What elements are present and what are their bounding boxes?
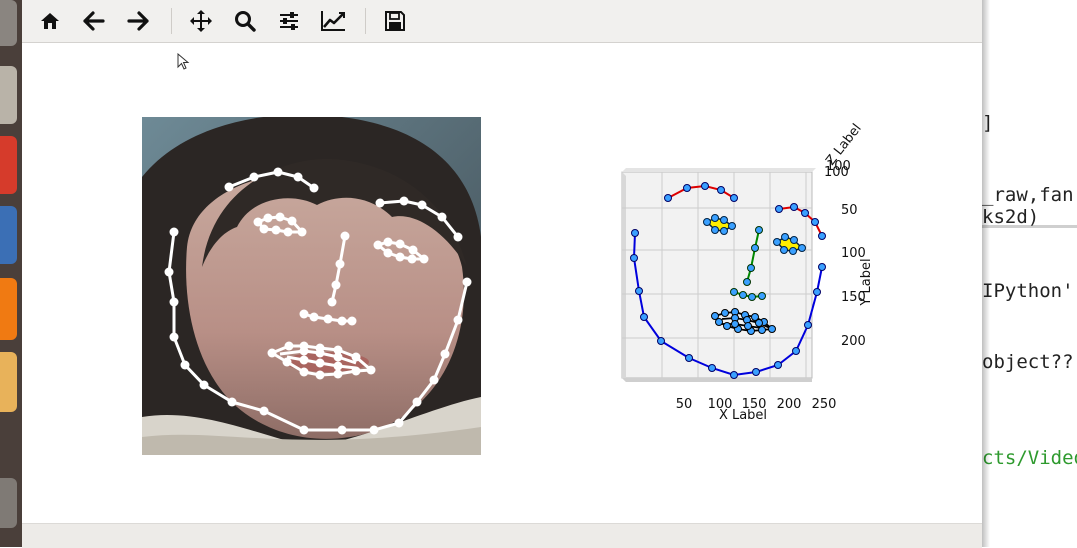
face-photo	[142, 117, 481, 455]
zoom-button[interactable]	[229, 6, 261, 36]
terminal-line: ks2d)	[982, 206, 1040, 228]
axes-pane	[621, 171, 813, 379]
save-button[interactable]	[379, 6, 411, 36]
line-chart-icon	[321, 11, 345, 31]
move-arrows-icon	[190, 10, 212, 32]
home-button[interactable]	[34, 6, 66, 36]
back-button[interactable]	[78, 6, 110, 36]
launcher-trash-icon[interactable]	[0, 478, 17, 528]
y-tick-label: 50	[841, 203, 858, 218]
launcher-software-icon[interactable]	[0, 206, 17, 264]
toolbar-separator	[365, 8, 366, 34]
toolbar-separator	[171, 8, 172, 34]
axes-pane-bottom	[622, 378, 812, 382]
terminal-line: cts/Video	[982, 447, 1077, 469]
terminal-line: _raw,fan	[982, 184, 1074, 206]
landmarks-3d-plot[interactable]: 50 100 150 200 250 X Label 50 100 150 20…	[612, 110, 902, 430]
y-tick-label: 200	[841, 334, 866, 349]
arrow-left-icon	[83, 11, 105, 31]
launcher-firefox-icon[interactable]	[0, 278, 17, 340]
launcher-settings-icon[interactable]	[0, 66, 17, 124]
terminal-line: object??	[982, 351, 1074, 373]
forward-button[interactable]	[122, 6, 154, 36]
launcher-files-icon[interactable]	[0, 0, 17, 46]
mouse-pointer-icon	[177, 53, 190, 70]
home-icon	[41, 13, 59, 29]
x-tick-label: 200	[777, 397, 802, 412]
y-axis-label: Y Label	[859, 258, 874, 306]
arrow-right-icon	[127, 11, 149, 31]
terminal-window: ] _raw,fan ks2d) IPython' object?? cts/V…	[982, 0, 1077, 547]
magnifier-icon	[235, 11, 256, 32]
sliders-icon	[280, 12, 298, 30]
window-shadow	[982, 0, 990, 547]
pan-button[interactable]	[185, 6, 217, 36]
axes-pane-side	[622, 172, 626, 382]
configure-subplots-button[interactable]	[273, 6, 305, 36]
x-axis-label: X Label	[719, 408, 767, 423]
launcher-office-icon[interactable]	[0, 136, 17, 194]
launcher-terminal-icon[interactable]	[0, 352, 17, 412]
status-bar	[22, 523, 982, 548]
edit-axis-button[interactable]	[317, 6, 349, 36]
axes-pane-top	[622, 168, 816, 172]
terminal-line: IPython'	[982, 280, 1074, 302]
terminal-lower-pane	[982, 228, 1077, 547]
face-image-with-landmarks	[142, 117, 481, 455]
floppy-disk-icon	[385, 11, 405, 31]
app-launcher	[0, 0, 22, 547]
x-tick-label: 50	[676, 397, 693, 412]
navigation-toolbar	[22, 0, 982, 43]
x-tick-label: 250	[812, 397, 837, 412]
figure-window: 50 100 150 200 250 X Label 50 100 150 20…	[22, 0, 982, 548]
